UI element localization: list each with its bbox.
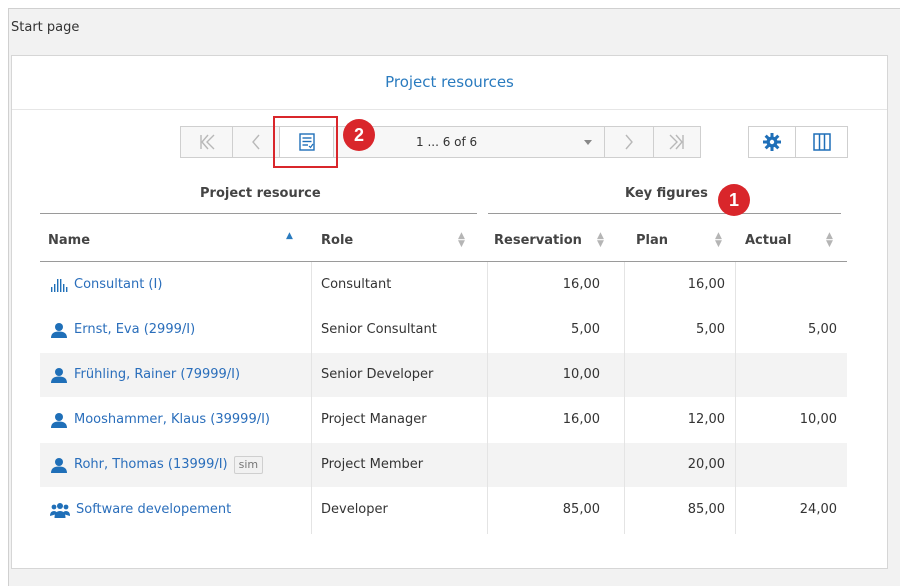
person-icon: [51, 367, 67, 383]
plan-cell: 16,00: [687, 277, 725, 292]
group-underline-figures: [488, 213, 841, 214]
page-range-text: 1 ... 6 of 6: [416, 135, 478, 149]
last-page-button[interactable]: [653, 126, 701, 158]
actual-cell: 24,00: [799, 502, 837, 517]
table-row[interactable]: Mooshammer, Klaus (39999/I) Project Mana…: [40, 398, 847, 442]
sort-icon[interactable]: ▲ ▼: [597, 232, 604, 249]
reservation-cell: 5,00: [571, 322, 600, 337]
resource-name-cell[interactable]: Rohr, Thomas (13999/I) sim: [50, 443, 264, 487]
role-cell: Senior Developer: [321, 367, 434, 382]
resource-name: Software developement: [76, 502, 232, 517]
column-divider: [624, 262, 625, 534]
plan-cell: 5,00: [696, 322, 725, 337]
resource-name-cell[interactable]: Software developement: [50, 488, 231, 532]
callout-badge-2: 2: [343, 119, 375, 151]
page-title: Start page: [11, 20, 80, 35]
reservation-cell: 16,00: [562, 412, 600, 427]
resource-name: Consultant (I): [74, 277, 163, 292]
column-header-plan[interactable]: Plan: [636, 233, 668, 248]
role-cell: Developer: [321, 502, 388, 517]
callout-highlight-box: [273, 116, 338, 168]
role-cell: Consultant: [321, 277, 392, 292]
reservation-cell: 16,00: [562, 277, 600, 292]
table-row[interactable]: Frühling, Rainer (79999/I) Senior Develo…: [40, 353, 847, 397]
panel-title: Project resources: [385, 73, 514, 91]
reservation-cell: 85,00: [562, 502, 600, 517]
column-header-role[interactable]: Role: [321, 233, 353, 248]
role-cell: Senior Consultant: [321, 322, 437, 337]
person-icon: [51, 457, 67, 473]
gear-icon: [763, 133, 781, 151]
column-header-name[interactable]: Name: [48, 233, 90, 248]
sort-icon[interactable]: ▲ ▼: [458, 232, 465, 249]
actual-cell: 5,00: [808, 322, 837, 337]
last-page-icon: [669, 134, 684, 150]
sort-asc-icon[interactable]: ▲ ▼: [286, 232, 293, 249]
table-row[interactable]: Software developement Developer 85,00 85…: [40, 488, 847, 532]
header-divider: [40, 261, 847, 262]
simulation-tag: sim: [233, 455, 264, 474]
first-page-icon: [199, 134, 214, 150]
column-header-reservation[interactable]: Reservation: [494, 233, 582, 248]
table-row[interactable]: Rohr, Thomas (13999/I) sim Project Member…: [40, 443, 847, 487]
prev-page-icon: [252, 134, 260, 150]
resource-name: Rohr, Thomas (13999/I): [74, 457, 228, 472]
team-icon: [50, 502, 70, 518]
group-underline-resource: [40, 213, 477, 214]
role-cell: Project Member: [321, 457, 424, 472]
panel-header: Project resources: [12, 56, 887, 110]
resource-name-cell[interactable]: Frühling, Rainer (79999/I): [50, 353, 240, 397]
reservation-cell: 10,00: [562, 367, 600, 382]
next-page-icon: [625, 134, 633, 150]
plan-cell: 85,00: [687, 502, 725, 517]
plan-cell: 12,00: [687, 412, 725, 427]
column-divider: [735, 262, 736, 534]
resource-name-cell[interactable]: Consultant (I): [50, 263, 162, 307]
columns-icon: [812, 133, 831, 151]
first-page-button[interactable]: [180, 126, 233, 158]
column-divider: [487, 262, 488, 534]
resource-name-cell[interactable]: Ernst, Eva (2999/I): [50, 308, 195, 352]
actual-cell: 10,00: [799, 412, 837, 427]
resource-name: Mooshammer, Klaus (39999/I): [74, 412, 270, 427]
table-row[interactable]: Consultant (I) Consultant 16,00 16,00: [40, 263, 847, 307]
resource-name-cell[interactable]: Mooshammer, Klaus (39999/I): [50, 398, 270, 442]
group-project-resource: Project resource: [200, 186, 321, 201]
callout-badge-1: 1: [718, 184, 750, 216]
columns-button[interactable]: [795, 126, 848, 158]
person-icon: [51, 322, 67, 338]
sort-icon[interactable]: ▲ ▼: [826, 232, 833, 249]
column-divider: [311, 262, 312, 534]
plan-cell: 20,00: [687, 457, 725, 472]
settings-button[interactable]: [748, 126, 796, 158]
role-cell: Project Manager: [321, 412, 427, 427]
role-icon: [51, 278, 68, 292]
chevron-down-icon: [584, 140, 592, 145]
person-icon: [51, 412, 67, 428]
group-key-figures: Key figures: [625, 186, 708, 201]
resource-name: Frühling, Rainer (79999/I): [74, 367, 241, 382]
column-header-actual[interactable]: Actual: [745, 233, 791, 248]
resource-name: Ernst, Eva (2999/I): [74, 322, 196, 337]
table-row[interactable]: Ernst, Eva (2999/I) Senior Consultant 5,…: [40, 308, 847, 352]
sort-icon[interactable]: ▲ ▼: [715, 232, 722, 249]
next-page-button[interactable]: [604, 126, 654, 158]
